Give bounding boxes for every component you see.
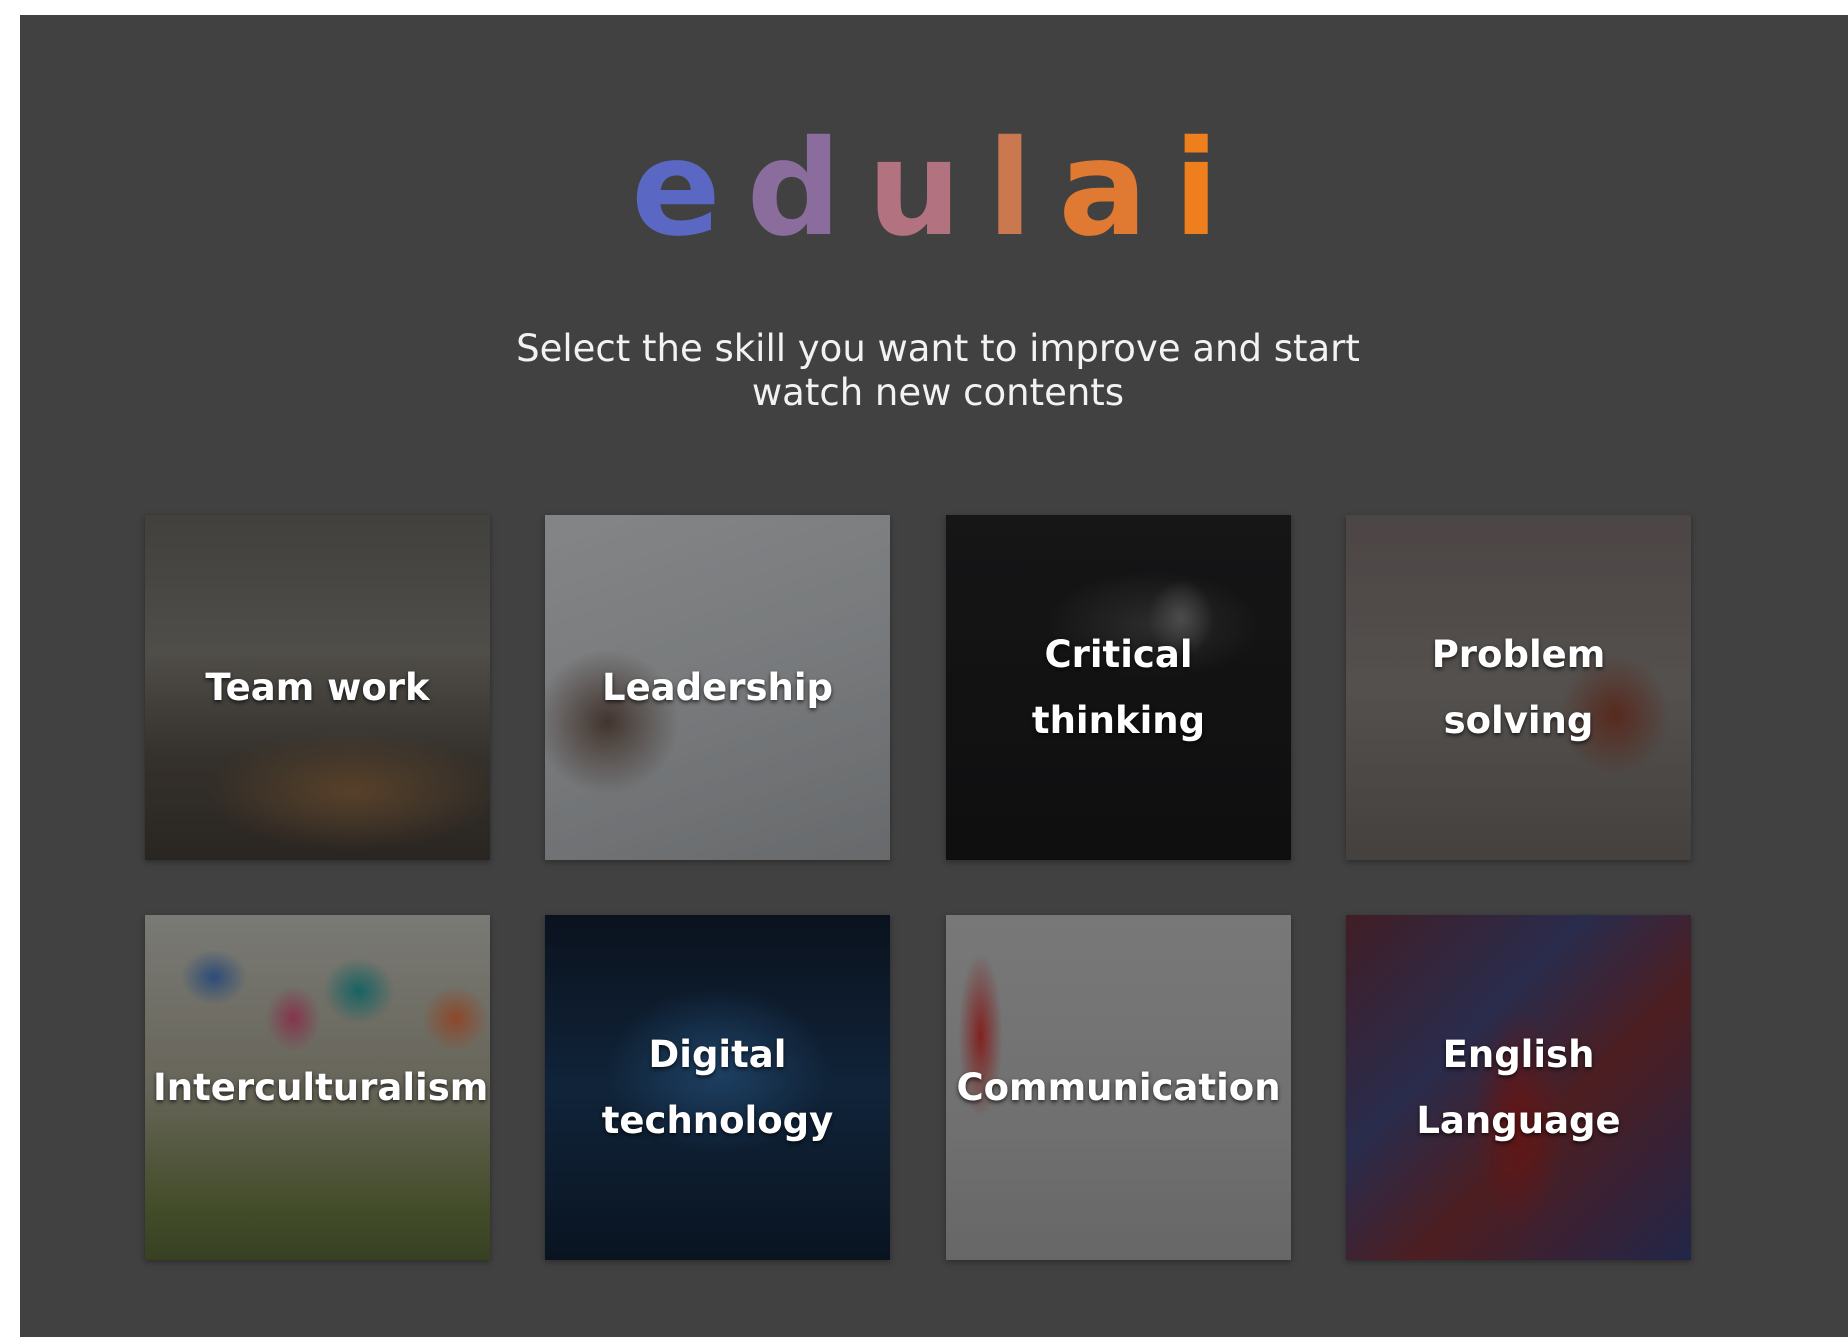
skill-tile-label-line: Team work xyxy=(205,665,430,709)
skill-tile-label: Digital technology xyxy=(545,1022,890,1154)
skill-tile-label-line: technology xyxy=(601,1098,834,1142)
skill-grid: Team work Leadership Critical thinking P… xyxy=(145,515,1701,1260)
logo-letter: i xyxy=(1173,112,1245,266)
logo-letter: e xyxy=(631,112,747,266)
skill-tile-critical-thinking[interactable]: Critical thinking xyxy=(946,515,1291,860)
skill-tile-label-line: English xyxy=(1442,1032,1595,1076)
skill-tile-label: English Language xyxy=(1346,1022,1691,1154)
skill-tile-team-work[interactable]: Team work xyxy=(145,515,490,860)
skill-tile-label-line: Language xyxy=(1416,1098,1621,1142)
skill-tile-communication[interactable]: Communication xyxy=(946,915,1291,1260)
skill-tile-english-language[interactable]: English Language xyxy=(1346,915,1691,1260)
edulai-logo: edulai xyxy=(20,123,1848,255)
skill-tile-leadership[interactable]: Leadership xyxy=(545,515,890,860)
skill-tile-label: Communication xyxy=(946,1055,1291,1121)
subtitle-line: Select the skill you want to improve and… xyxy=(516,327,1360,370)
skill-tile-label: Problem solving xyxy=(1346,622,1691,754)
app-window: edulai Select the skill you want to impr… xyxy=(20,15,1848,1337)
skill-tile-interculturalism[interactable]: Interculturalism xyxy=(145,915,490,1260)
logo-letter: d xyxy=(746,112,868,266)
skill-tile-label-line: Critical thinking xyxy=(1031,632,1206,742)
skill-tile-label: Leadership xyxy=(545,655,890,721)
skill-tile-digital-technology[interactable]: Digital technology xyxy=(545,915,890,1260)
skill-tile-label: Critical thinking xyxy=(946,622,1291,754)
logo-letter: u xyxy=(867,112,988,266)
skill-tile-problem-solving[interactable]: Problem solving xyxy=(1346,515,1691,860)
logo-letter: l xyxy=(987,112,1059,266)
skill-tile-label: Team work xyxy=(145,655,490,721)
subtitle-line: watch new contents xyxy=(751,371,1125,414)
page-subtitle: Select the skill you want to improve and… xyxy=(20,327,1848,415)
skill-tile-label-line: Communication xyxy=(956,1065,1281,1109)
skill-tile-label-line: solving xyxy=(1443,698,1594,742)
skill-tile-label-line: Problem xyxy=(1431,632,1606,676)
skill-tile-label: Interculturalism xyxy=(145,1055,490,1121)
skill-tile-label-line: Leadership xyxy=(602,665,833,709)
logo-letter: a xyxy=(1058,112,1174,266)
skill-tile-label-line: Digital xyxy=(648,1032,787,1076)
skill-tile-label-line: Interculturalism xyxy=(153,1065,489,1109)
